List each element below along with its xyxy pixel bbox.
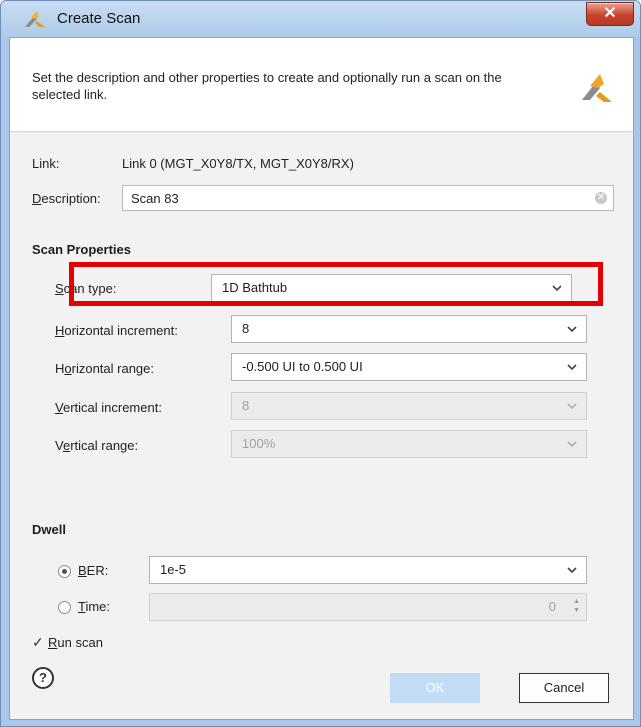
chevron-down-icon	[567, 364, 577, 371]
horizontal-range-value: -0.500 UI to 0.500 UI	[242, 359, 363, 374]
ok-button[interactable]: OK	[390, 673, 480, 703]
horizontal-increment-label: Horizontal increment:	[55, 323, 178, 338]
horizontal-increment-select[interactable]: 8	[231, 315, 587, 343]
spinner-arrows-icon[interactable]: ▲ ▼	[573, 597, 580, 615]
dialog-client-area: Set the description and other properties…	[9, 37, 634, 720]
dialog-header: Set the description and other properties…	[10, 38, 633, 132]
description-value: Scan 83	[131, 191, 179, 206]
dialog-body: Link: Link 0 (MGT_X0Y8/TX, MGT_X0Y8/RX) …	[10, 132, 633, 719]
xilinx-logo-icon	[25, 11, 45, 27]
run-scan-label: Run scan	[48, 635, 103, 650]
chevron-down-icon	[567, 403, 577, 410]
time-label: Time:	[78, 599, 111, 614]
ber-radio[interactable]	[58, 565, 71, 578]
title-bar[interactable]: Create Scan ✕	[1, 1, 640, 37]
chevron-down-icon	[567, 441, 577, 448]
ber-value: 1e-5	[160, 562, 187, 577]
description-field[interactable]: Scan 83 ✕	[122, 185, 614, 211]
vertical-increment-label: Vertical increment:	[55, 400, 162, 415]
time-spinner[interactable]: 0 ▲ ▼	[149, 593, 587, 621]
window-title: Create Scan	[57, 10, 141, 27]
dwell-title: Dwell	[32, 522, 66, 537]
clear-icon[interactable]: ✕	[595, 192, 607, 204]
ber-label: BER:	[78, 563, 109, 578]
scan-type-highlight	[69, 262, 603, 306]
vertical-increment-value: 8	[242, 398, 250, 413]
time-value: 0	[548, 599, 556, 614]
vertical-range-label: Vertical range:	[55, 438, 139, 453]
chevron-down-icon	[567, 567, 577, 574]
vertical-range-select[interactable]: 100%	[231, 430, 587, 458]
ber-select[interactable]: 1e-5	[149, 556, 587, 584]
description-label: Description:	[32, 191, 101, 206]
horizontal-range-label: Horizontal range:	[55, 361, 155, 376]
scan-properties-title: Scan Properties	[32, 242, 131, 257]
horizontal-increment-value: 8	[242, 321, 250, 336]
chevron-down-icon	[567, 326, 577, 333]
link-label: Link:	[32, 156, 60, 171]
link-value: Link 0 (MGT_X0Y8/TX, MGT_X0Y8/RX)	[122, 156, 354, 171]
time-radio[interactable]	[58, 601, 71, 614]
create-scan-dialog: Create Scan ✕ Set the description and ot…	[0, 0, 641, 727]
header-description: Set the description and other properties…	[32, 70, 502, 102]
help-icon[interactable]: ?	[32, 667, 54, 689]
run-scan-checkbox[interactable]: ✓	[32, 635, 45, 649]
vertical-range-value: 100%	[242, 436, 276, 451]
vertical-increment-select[interactable]: 8	[231, 392, 587, 420]
horizontal-range-select[interactable]: -0.500 UI to 0.500 UI	[231, 353, 587, 381]
cancel-button[interactable]: Cancel	[519, 673, 609, 703]
xilinx-logo-icon	[582, 74, 612, 102]
close-button[interactable]: ✕	[586, 2, 634, 26]
